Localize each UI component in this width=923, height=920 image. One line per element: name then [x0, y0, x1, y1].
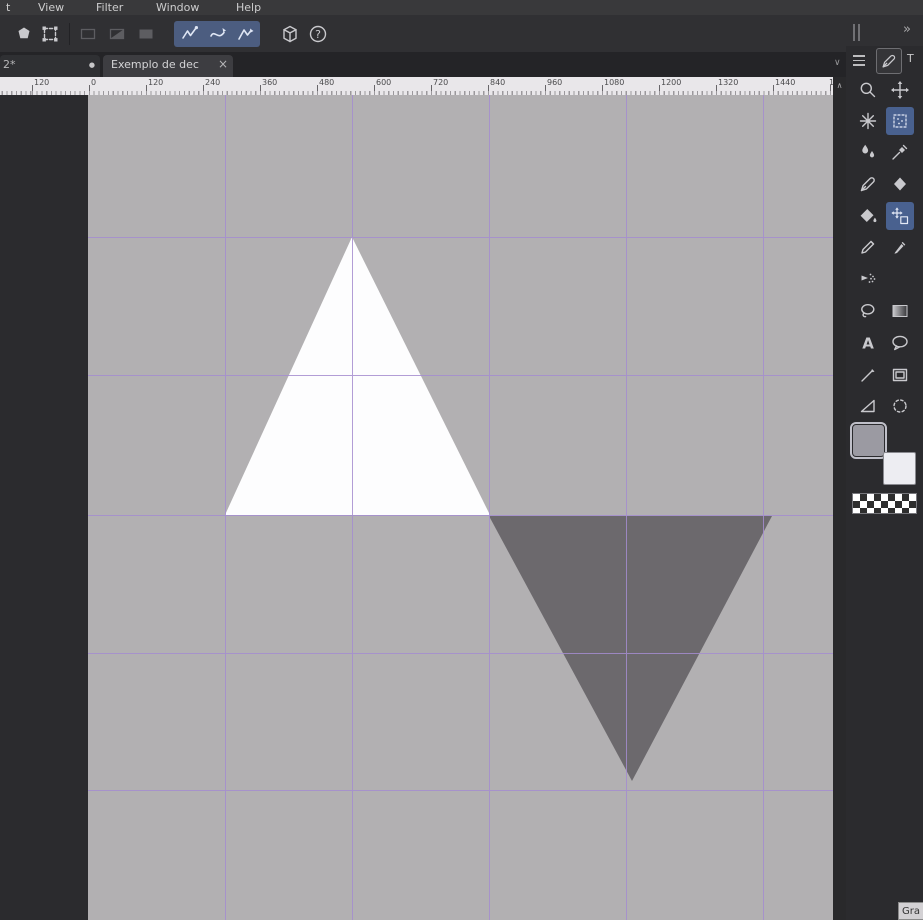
modified-dot-icon: ●: [88, 61, 95, 69]
selection-tool-icon[interactable]: [11, 21, 37, 47]
ruler-label: 1320: [718, 78, 739, 87]
text-tool-icon[interactable]: A: [854, 329, 882, 357]
panel-drag-handle-icon[interactable]: [853, 24, 861, 41]
menu-item-window[interactable]: Window: [156, 1, 199, 14]
marquee-shaded-icon[interactable]: [104, 21, 130, 47]
auto-select-tool-icon[interactable]: [886, 107, 914, 135]
current-tool-pen-icon[interactable]: [876, 48, 902, 74]
ruler-label: 840: [490, 78, 506, 87]
move-layer-tool-icon[interactable]: [886, 202, 914, 230]
correct-line-tool-icon[interactable]: [854, 392, 882, 420]
close-tab-icon[interactable]: ×: [218, 57, 228, 71]
move-tool-icon[interactable]: [886, 76, 914, 104]
menu-item-filter[interactable]: Filter: [96, 1, 123, 14]
ruler-label: 1440: [775, 78, 796, 87]
selection-polyline-icon[interactable]: [177, 21, 203, 47]
operation-tool-icon[interactable]: [854, 107, 882, 135]
fill-tool-icon[interactable]: [854, 202, 882, 230]
line-tool-icon[interactable]: [854, 361, 882, 389]
ruler-label: 1080: [604, 78, 625, 87]
lasso-tool-icon[interactable]: [854, 297, 882, 325]
svg-text:?: ?: [315, 28, 321, 41]
document-tab-bar: 2* ● Exemplo de dec × ∨: [0, 52, 846, 77]
ruler-label: 240: [205, 78, 221, 87]
help-icon[interactable]: ?: [305, 21, 331, 47]
menu-item-help[interactable]: Help: [236, 1, 261, 14]
pen-tool-icon[interactable]: [854, 170, 882, 198]
pasteboard: [0, 95, 88, 920]
toolbar-separator: [69, 23, 70, 45]
app-window: t View Filter Window Help ? » 2* ● Exemp…: [0, 0, 923, 920]
ruler-label: 1200: [661, 78, 682, 87]
transform-frame-icon[interactable]: [37, 21, 63, 47]
tab-list-chevron-icon[interactable]: ∨: [834, 58, 841, 68]
document-tab-inactive[interactable]: 2* ●: [0, 55, 100, 77]
ruler-label: 360: [262, 78, 278, 87]
menu-bar: t View Filter Window Help: [0, 0, 923, 15]
palette-title-partial: T: [907, 52, 914, 65]
horizontal-ruler: 120 0 120 240 360 480 600 720 840 960 10…: [0, 77, 834, 96]
select-circle-tool-icon[interactable]: [886, 392, 914, 420]
sub-color-swatch[interactable]: [883, 452, 916, 485]
bottom-right-panel-label: Gra: [898, 902, 923, 920]
marquee-rectangle-icon[interactable]: [75, 21, 101, 47]
ruler-label: 720: [433, 78, 449, 87]
document-tab-active[interactable]: Exemplo de dec ×: [103, 55, 233, 77]
blend-tool-icon[interactable]: [854, 138, 882, 166]
gradient-tool-icon[interactable]: [886, 297, 914, 325]
collapse-panel-icon[interactable]: »: [903, 22, 911, 37]
tab-label: Exemplo de dec: [111, 58, 199, 71]
selection-pen-icon[interactable]: [233, 21, 259, 47]
zoom-tool-icon[interactable]: [854, 76, 882, 104]
frame-tool-icon[interactable]: [886, 361, 914, 389]
ruler-label: 600: [376, 78, 392, 87]
marquee-filled-icon[interactable]: [133, 21, 159, 47]
ruler-label: 120: [34, 78, 50, 87]
ruler-label: 960: [547, 78, 563, 87]
3d-cube-icon[interactable]: [277, 21, 303, 47]
svg-text:A: A: [862, 335, 874, 353]
transparent-color-swatch[interactable]: [852, 493, 917, 514]
ruler-label: 0: [91, 78, 97, 87]
canvas-drawing: [0, 95, 833, 920]
canvas-area[interactable]: [0, 95, 833, 920]
selection-curve-icon[interactable]: [205, 21, 231, 47]
ruler-label: 120: [148, 78, 164, 87]
airbrush-tool-icon[interactable]: [854, 264, 882, 292]
pencil-tool-icon[interactable]: [854, 233, 882, 261]
palette-menu-icon[interactable]: [853, 55, 865, 66]
marker-tool-icon[interactable]: [886, 233, 914, 261]
balloon-tool-icon[interactable]: [886, 329, 914, 357]
vertical-scrollbar[interactable]: ∧: [833, 77, 846, 920]
eyedropper-tool-icon[interactable]: [886, 138, 914, 166]
tab-label: 2*: [3, 58, 16, 71]
eraser-tool-icon[interactable]: [886, 170, 914, 198]
ruler-label: 480: [319, 78, 335, 87]
scroll-up-icon[interactable]: ∧: [833, 81, 846, 90]
main-color-swatch[interactable]: [850, 422, 887, 459]
tool-palette: T A: [846, 46, 923, 920]
menu-item-view[interactable]: View: [38, 1, 64, 14]
menu-item-select-partial[interactable]: t: [6, 1, 10, 14]
top-toolbar: ? »: [0, 15, 923, 52]
